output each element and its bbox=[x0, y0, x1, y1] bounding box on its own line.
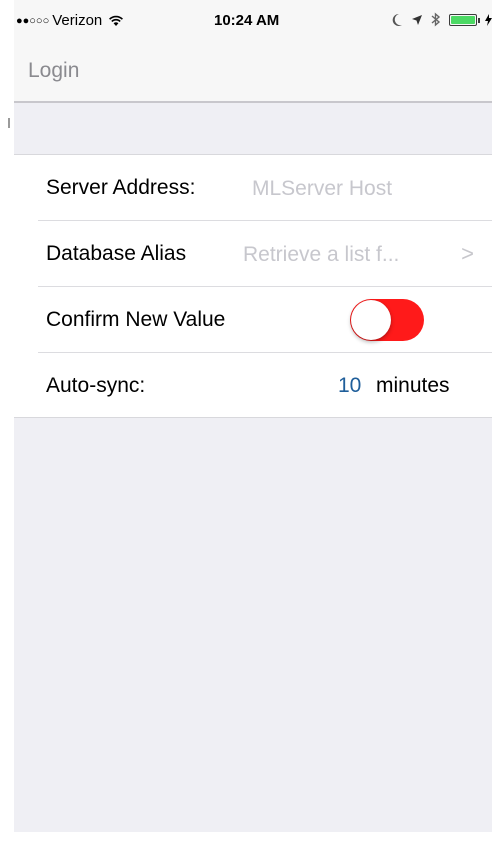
screen: ●●○○○ Verizon 10:24 AM Login Server Addr… bbox=[14, 0, 492, 832]
auto-sync-unit: minutes bbox=[376, 374, 450, 397]
auto-sync-row[interactable]: Auto-sync: 10 minutes bbox=[38, 353, 492, 417]
server-address-label: Server Address: bbox=[46, 176, 196, 199]
confirm-new-value-toggle[interactable] bbox=[350, 299, 424, 341]
status-time: 10:24 AM bbox=[214, 12, 280, 29]
battery-icon bbox=[449, 13, 480, 26]
bluetooth-icon bbox=[431, 12, 441, 27]
location-arrow-icon bbox=[412, 14, 422, 25]
battery-level bbox=[451, 15, 475, 24]
page-title: Login bbox=[28, 59, 80, 82]
database-alias-row[interactable]: Database Alias Retrieve a list f... > bbox=[38, 221, 492, 287]
database-alias-label: Database Alias bbox=[46, 242, 187, 265]
charging-bolt-icon bbox=[485, 13, 492, 26]
confirm-new-value-label: Confirm New Value bbox=[46, 308, 226, 331]
navigation-bar: Login bbox=[14, 40, 492, 103]
status-bar: ●●○○○ Verizon 10:24 AM bbox=[14, 0, 492, 40]
auto-sync-label: Auto-sync: bbox=[46, 374, 146, 397]
edge-mark bbox=[8, 118, 10, 128]
chevron-right-icon[interactable]: > bbox=[461, 241, 474, 267]
server-address-row[interactable]: Server Address: MLServer Host bbox=[38, 155, 492, 221]
auto-sync-value[interactable]: 10 bbox=[338, 374, 361, 398]
toggle-knob bbox=[351, 300, 391, 340]
confirm-new-value-row: Confirm New Value bbox=[38, 287, 492, 353]
carrier-name: Verizon bbox=[52, 12, 103, 29]
database-alias-value[interactable]: Retrieve a list f... bbox=[243, 243, 399, 267]
server-address-input[interactable]: MLServer Host bbox=[252, 177, 392, 201]
settings-table: Server Address: MLServer Host Database A… bbox=[14, 154, 492, 418]
wifi-icon bbox=[109, 15, 124, 26]
phone-frame: ●●○○○ Verizon 10:24 AM Login Server Addr… bbox=[0, 0, 492, 857]
signal-strength-icon: ●●○○○ bbox=[16, 14, 50, 27]
moon-icon bbox=[392, 13, 402, 26]
status-left: ●●○○○ Verizon bbox=[16, 12, 124, 29]
battery-tip bbox=[478, 17, 480, 23]
status-right bbox=[391, 12, 492, 27]
